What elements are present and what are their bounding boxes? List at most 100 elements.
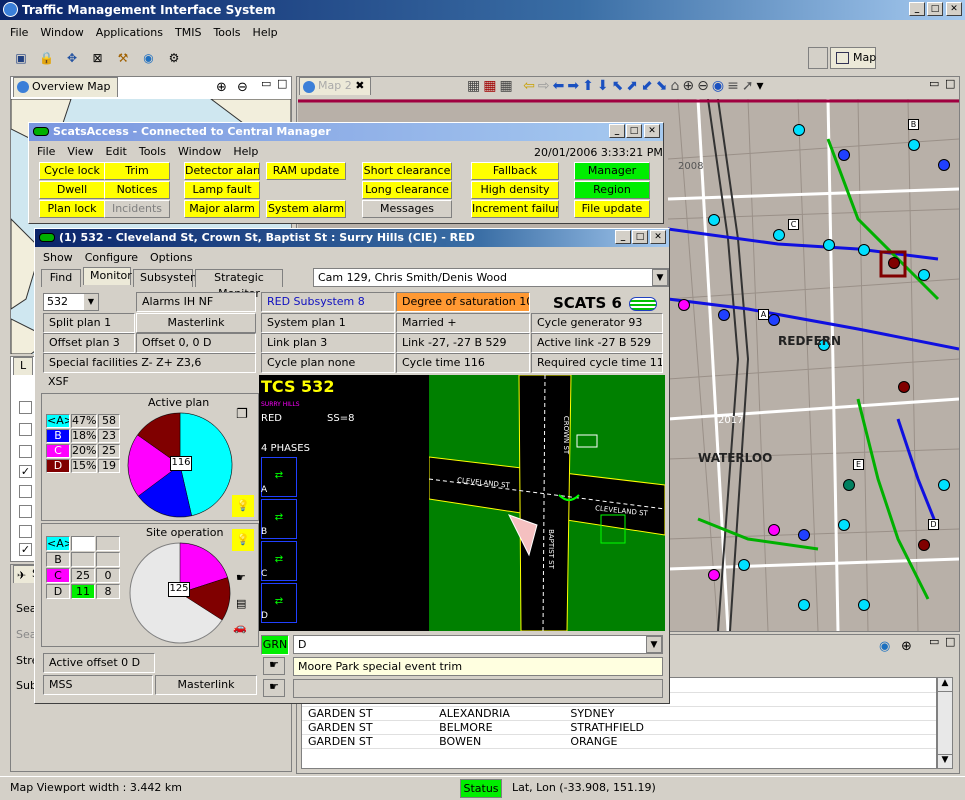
minimize-view-icon[interactable]: ▭ <box>929 77 939 90</box>
scroll-up-icon[interactable]: ▲ <box>938 678 952 692</box>
alarm-high-density[interactable]: High density <box>471 181 559 199</box>
intersection-node[interactable] <box>678 299 690 311</box>
alarm-region[interactable]: Region <box>574 181 650 199</box>
grid-red-icon[interactable]: ▦ <box>483 78 499 94</box>
intersection-node[interactable] <box>768 524 780 536</box>
intersection-node[interactable] <box>918 539 930 551</box>
menu-item-tools[interactable]: Tools <box>207 23 246 42</box>
alarm-short-clearance[interactable]: Short clearance <box>362 162 452 180</box>
intersection-node[interactable] <box>858 599 870 611</box>
chevron-down-icon[interactable]: ▼ <box>646 636 662 653</box>
chevron-down-icon[interactable]: ▼ <box>652 269 668 286</box>
tools-icon[interactable]: ⚙ <box>165 49 183 67</box>
move-icon[interactable]: ✥ <box>63 49 81 67</box>
zoom-out-icon[interactable]: ⊖ <box>697 78 712 94</box>
scats-menu-edit[interactable]: Edit <box>100 142 133 161</box>
tab-strategic-monitor[interactable]: Strategic Monitor <box>195 269 283 300</box>
maximize-view-icon[interactable]: □ <box>945 635 955 648</box>
scats-menu-tools[interactable]: Tools <box>133 142 172 161</box>
tab-monitor[interactable]: Monitor <box>83 267 132 285</box>
run-trim-icon[interactable]: ☛ <box>263 657 285 675</box>
alarm-incidents[interactable]: Incidents <box>104 200 170 218</box>
minimize-button[interactable]: _ <box>609 124 625 138</box>
pan-ne-icon[interactable]: ⬈ <box>626 78 641 94</box>
intersection-node[interactable] <box>898 381 910 393</box>
intersection-node[interactable] <box>938 159 950 171</box>
maximize-button[interactable]: □ <box>632 230 648 244</box>
intersection-node[interactable] <box>838 149 850 161</box>
pointer-icon[interactable]: ➚ <box>742 78 757 94</box>
intersection-node[interactable] <box>798 529 810 541</box>
menu-item-window[interactable]: Window <box>34 23 89 42</box>
globe-icon[interactable]: ◉ <box>879 639 890 654</box>
alarm-manager[interactable]: Manager <box>574 162 650 180</box>
dropdown-icon[interactable]: ▾ <box>757 78 767 94</box>
maximize-button[interactable]: □ <box>927 2 943 16</box>
close-button[interactable]: ✕ <box>650 230 666 244</box>
scroll-down-icon[interactable]: ▼ <box>938 754 952 768</box>
zoom-in-icon[interactable]: ⊕ <box>682 78 697 94</box>
minimize-button[interactable]: _ <box>615 230 631 244</box>
save-icon[interactable]: ▣ <box>12 49 30 67</box>
maximize-button[interactable]: □ <box>626 124 642 138</box>
checkbox[interactable] <box>19 401 32 414</box>
checkbox[interactable] <box>19 525 32 538</box>
lock-icon[interactable]: 🔒 <box>38 49 56 67</box>
menu-item-help[interactable]: Help <box>247 23 284 42</box>
minimize-button[interactable]: _ <box>909 2 925 16</box>
lightbulb-icon[interactable]: 💡 <box>232 495 254 517</box>
intersection-node[interactable] <box>858 244 870 256</box>
alarm-lamp-fault[interactable]: Lamp fault <box>184 181 260 199</box>
scats-menu-help[interactable]: Help <box>227 142 264 161</box>
intersection-node[interactable] <box>823 239 835 251</box>
table-row[interactable]: GARDEN ST BOWEN ORANGE <box>302 734 936 749</box>
close-box-icon[interactable]: ⊠ <box>89 49 107 67</box>
checkbox[interactable] <box>19 423 32 436</box>
maximize-view-icon[interactable]: □ <box>945 77 955 90</box>
menu-item-file[interactable]: File <box>4 23 34 42</box>
intersection-node[interactable] <box>793 124 805 136</box>
scats-menu-view[interactable]: View <box>61 142 99 161</box>
intersection-node[interactable] <box>798 599 810 611</box>
intersection-node-selected[interactable] <box>888 257 900 269</box>
intersection-node[interactable] <box>918 269 930 281</box>
alarm-major-alarm[interactable]: Major alarm <box>184 200 260 218</box>
tab-legend[interactable]: L <box>13 357 34 375</box>
intersection-node[interactable] <box>908 139 920 151</box>
globe-nav-icon[interactable]: ◉ <box>712 78 727 94</box>
tab-map2[interactable]: Map 2 ✖ <box>299 77 372 95</box>
table-row[interactable]: GARDEN ST BELMORE STRATHFIELD <box>302 720 936 735</box>
tab-subsystem[interactable]: Subsystem <box>133 269 201 287</box>
intersection-display[interactable]: TCS 532 SURRY HILLS RED SS=8 4 PHASES ⇄ A… <box>259 375 665 631</box>
menu-item-tmis[interactable]: TMIS <box>169 23 207 42</box>
alarm-trim[interactable]: Trim <box>104 162 170 180</box>
zoom-in-icon[interactable]: ⊕ <box>216 80 227 95</box>
checkbox-checked[interactable]: ✓ <box>19 543 32 556</box>
alarm-increment-failure[interactable]: Increment failure <box>471 200 559 218</box>
alarm-long-clearance[interactable]: Long clearance <box>362 181 452 199</box>
intersection-node[interactable] <box>708 569 720 581</box>
zoom-out-icon[interactable]: ⊖ <box>237 80 248 95</box>
intersection-node[interactable] <box>768 314 780 326</box>
arrow-right-icon[interactable]: ⇨ <box>538 78 553 94</box>
car-icon[interactable]: 🚗 <box>233 621 247 634</box>
checkbox[interactable] <box>19 445 32 458</box>
document-icon[interactable]: ▤ <box>236 597 246 610</box>
site-menu-options[interactable]: Options <box>144 248 198 267</box>
intersection-node[interactable] <box>773 229 785 241</box>
scats-menu-file[interactable]: File <box>31 142 61 161</box>
phase-select[interactable]: D ▼ <box>293 635 663 654</box>
checkbox[interactable] <box>19 485 32 498</box>
maximize-view-icon[interactable]: □ <box>277 77 287 90</box>
alarm-messages[interactable]: Messages <box>362 200 452 218</box>
alarm-plan-lock[interactable]: Plan lock <box>39 200 105 218</box>
pan-sw-icon[interactable]: ⬋ <box>641 78 656 94</box>
minimize-view-icon[interactable]: ▭ <box>929 635 939 648</box>
pan-right-icon[interactable]: ➡ <box>567 78 582 94</box>
alarm-dwell[interactable]: Dwell <box>39 181 105 199</box>
intersection-node[interactable] <box>718 309 730 321</box>
pan-down-icon[interactable]: ⬇ <box>597 78 612 94</box>
tab-overview-map[interactable]: Overview Map <box>13 77 118 97</box>
pan-up-icon[interactable]: ⬆ <box>582 78 597 94</box>
status-badge[interactable]: Status <box>460 779 502 798</box>
